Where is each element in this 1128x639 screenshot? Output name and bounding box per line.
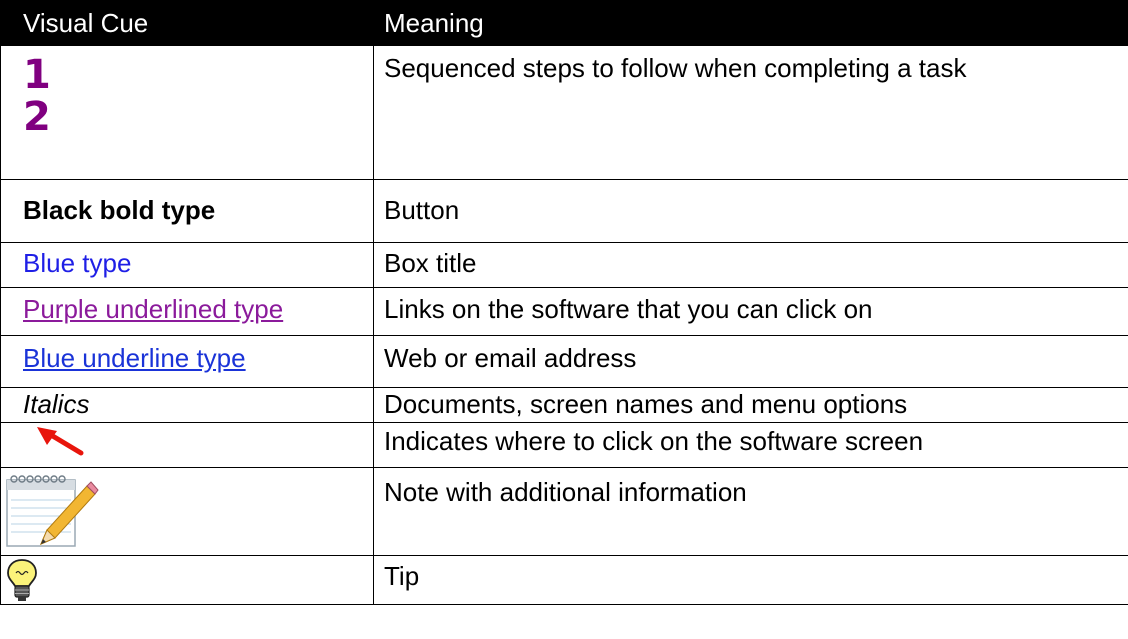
meaning-text: Button bbox=[384, 195, 460, 225]
cue-cell: Italics bbox=[0, 387, 374, 423]
meaning-cell: Web or email address bbox=[373, 335, 1128, 388]
italics-sample: Italics bbox=[23, 389, 90, 419]
table-header-row: Visual Cue Meaning bbox=[0, 0, 1128, 46]
meaning-text: Box title bbox=[384, 248, 477, 278]
visual-cue-column-header: Visual Cue bbox=[0, 0, 374, 46]
meaning-cell: Indicates where to click on the software… bbox=[373, 422, 1128, 468]
blue-underline-type-sample[interactable]: Blue underline type bbox=[23, 337, 373, 377]
meaning-text: Documents, screen names and menu options bbox=[384, 389, 908, 419]
table-row: Tip bbox=[0, 555, 1128, 605]
meaning-text: Tip bbox=[384, 561, 420, 591]
cue-cell: Blue underline type bbox=[0, 335, 374, 388]
meaning-cell: Box title bbox=[373, 242, 1128, 288]
red-arrow-icon bbox=[37, 427, 84, 456]
purple-underlined-type-sample[interactable]: Purple underlined type bbox=[23, 289, 373, 328]
meaning-cell: Note with additional information bbox=[373, 467, 1128, 556]
meaning-text: Web or email address bbox=[384, 343, 637, 373]
table-row: Italics Documents, screen names and menu… bbox=[0, 387, 1128, 423]
meaning-text: Note with additional information bbox=[384, 477, 747, 507]
table-row: Purple underlined type Links on the soft… bbox=[0, 287, 1128, 336]
meaning-text: Indicates where to click on the software… bbox=[384, 426, 924, 456]
cue-cell: Black bold type bbox=[0, 179, 374, 243]
meaning-text: Sequenced steps to follow when completin… bbox=[384, 53, 967, 83]
table-row: Note with additional information bbox=[0, 467, 1128, 556]
table-row: 1 2 Sequenced steps to follow when compl… bbox=[0, 45, 1128, 180]
cue-cell bbox=[0, 467, 374, 556]
cue-cell: Blue type bbox=[0, 242, 374, 288]
meaning-cell: Tip bbox=[373, 555, 1128, 605]
cue-cell bbox=[0, 422, 374, 468]
table-row: Indicates where to click on the software… bbox=[0, 422, 1128, 468]
black-bold-type-sample: Black bold type bbox=[23, 195, 216, 225]
step-number-2: 2 bbox=[23, 94, 51, 140]
meaning-cell: Button bbox=[373, 179, 1128, 243]
notepad-pencil-icon bbox=[6, 475, 99, 547]
meaning-cell: Sequenced steps to follow when completin… bbox=[373, 45, 1128, 180]
cue-cell bbox=[0, 555, 374, 605]
meaning-cell: Documents, screen names and menu options bbox=[373, 387, 1128, 423]
meaning-column-header: Meaning bbox=[373, 0, 1128, 46]
steps-cue-cell: 1 2 bbox=[0, 45, 374, 180]
blue-type-sample: Blue type bbox=[23, 248, 132, 278]
lightbulb-icon bbox=[7, 559, 37, 601]
table-row: Blue underline type Web or email address bbox=[0, 335, 1128, 388]
step-number-1: 1 bbox=[23, 52, 51, 98]
table-row: Black bold type Button bbox=[0, 179, 1128, 243]
table-row: Blue type Box title bbox=[0, 242, 1128, 288]
visual-cue-legend-table: Visual Cue Meaning 1 2 Sequenced steps t… bbox=[0, 0, 1128, 605]
meaning-text: Links on the software that you can click… bbox=[384, 294, 873, 324]
cue-cell: Purple underlined type bbox=[0, 287, 374, 336]
meaning-cell: Links on the software that you can click… bbox=[373, 287, 1128, 336]
